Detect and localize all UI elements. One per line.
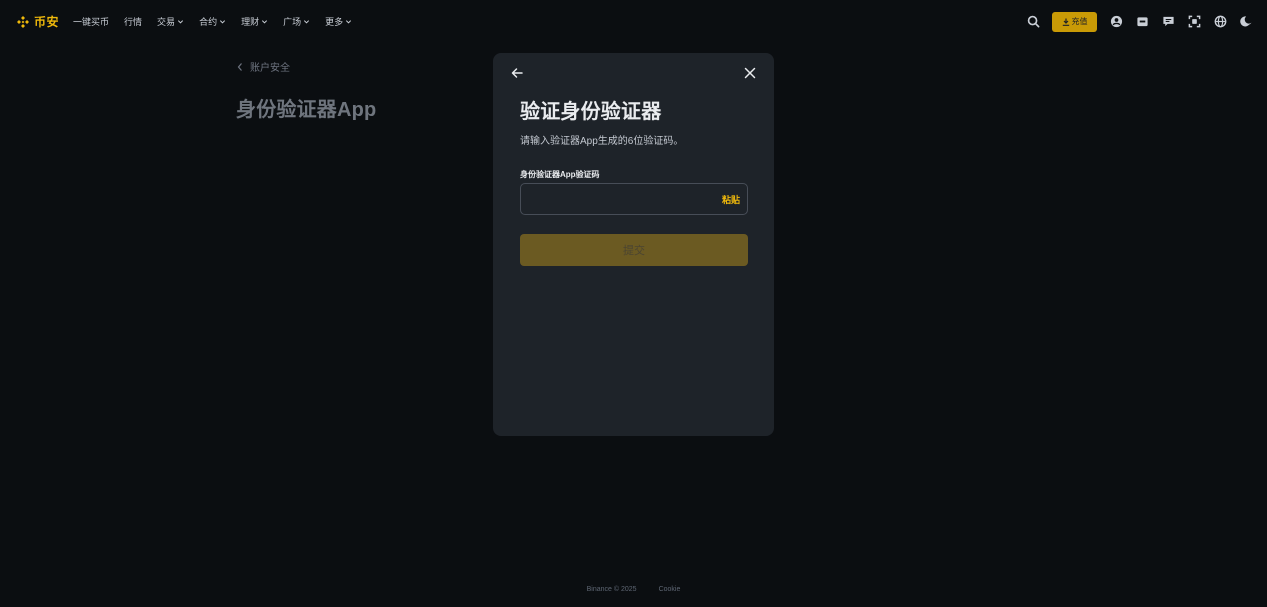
close-icon xyxy=(744,67,756,79)
nav-item-markets[interactable]: 行情 xyxy=(124,15,142,28)
nav-item-label: 广场 xyxy=(283,17,302,27)
nav-item-earn[interactable]: 理财 xyxy=(241,15,268,28)
user-icon[interactable] xyxy=(1109,15,1123,29)
nav-item-square[interactable]: 广场 xyxy=(283,15,310,28)
message-icon[interactable] xyxy=(1161,15,1175,29)
chevron-down-icon xyxy=(178,20,184,24)
chevron-down-icon xyxy=(220,20,226,24)
deposit-button[interactable]: 充值 xyxy=(1052,11,1097,32)
cookie-link[interactable]: Cookie xyxy=(659,586,681,593)
code-input-container: 粘贴 xyxy=(520,183,748,215)
download-icon xyxy=(1062,18,1069,26)
nav-item-label: 理财 xyxy=(241,17,260,27)
nav-item-futures[interactable]: 合约 xyxy=(199,15,226,28)
top-navigation: 币安 一键买币 行情 交易 合约 理财 广场 更多 充值 xyxy=(0,0,1267,43)
chevron-down-icon xyxy=(304,20,310,24)
back-button[interactable] xyxy=(510,66,524,80)
chevron-left-icon xyxy=(237,62,242,71)
header-tools: 充值 xyxy=(1014,0,1253,43)
submit-label: 提交 xyxy=(623,245,645,257)
main-nav: 一键买币 行情 交易 合约 理财 广场 更多 xyxy=(73,15,367,28)
modal-title: 验证身份验证器 xyxy=(520,101,662,123)
arrow-left-icon xyxy=(511,68,523,78)
page-title: 身份验证器App xyxy=(236,99,377,121)
nav-item-quick-buy[interactable]: 一键买币 xyxy=(73,15,109,28)
code-field-label: 身份验证器App验证码 xyxy=(520,170,600,179)
nav-item-label: 更多 xyxy=(325,17,344,27)
copyright-text: Binance © 2025 xyxy=(586,586,637,593)
search-icon[interactable] xyxy=(1026,15,1040,29)
globe-icon[interactable] xyxy=(1213,15,1227,29)
moon-icon[interactable] xyxy=(1239,15,1253,29)
footer: Binance © 2025 Cookie xyxy=(0,586,1267,593)
paste-button[interactable]: 粘贴 xyxy=(722,193,740,206)
nav-item-label: 合约 xyxy=(199,17,218,27)
logo-text: 币安 xyxy=(34,15,60,29)
chevron-down-icon xyxy=(346,20,352,24)
binance-logo-icon xyxy=(17,15,29,28)
chevron-down-icon xyxy=(262,20,268,24)
binance-logo[interactable]: 币安 xyxy=(16,13,59,30)
breadcrumb[interactable]: 账户安全 xyxy=(236,59,290,74)
wallet-icon[interactable] xyxy=(1135,15,1149,29)
nav-item-more[interactable]: 更多 xyxy=(325,15,352,28)
breadcrumb-label: 账户安全 xyxy=(250,63,290,74)
nav-item-trade[interactable]: 交易 xyxy=(157,15,184,28)
nav-item-label: 一键买币 xyxy=(73,17,110,27)
verify-authenticator-modal: 验证身份验证器 请输入验证器App生成的6位验证码。 身份验证器App验证码 粘… xyxy=(493,53,774,436)
submit-button[interactable]: 提交 xyxy=(520,234,748,266)
close-button[interactable] xyxy=(743,66,757,80)
scan-icon[interactable] xyxy=(1187,15,1201,29)
modal-description: 请输入验证器App生成的6位验证码。 xyxy=(520,136,684,147)
nav-item-label: 交易 xyxy=(157,17,176,27)
nav-item-label: 行情 xyxy=(124,17,143,27)
authenticator-code-input[interactable] xyxy=(521,184,722,214)
deposit-label: 充值 xyxy=(1071,17,1088,26)
